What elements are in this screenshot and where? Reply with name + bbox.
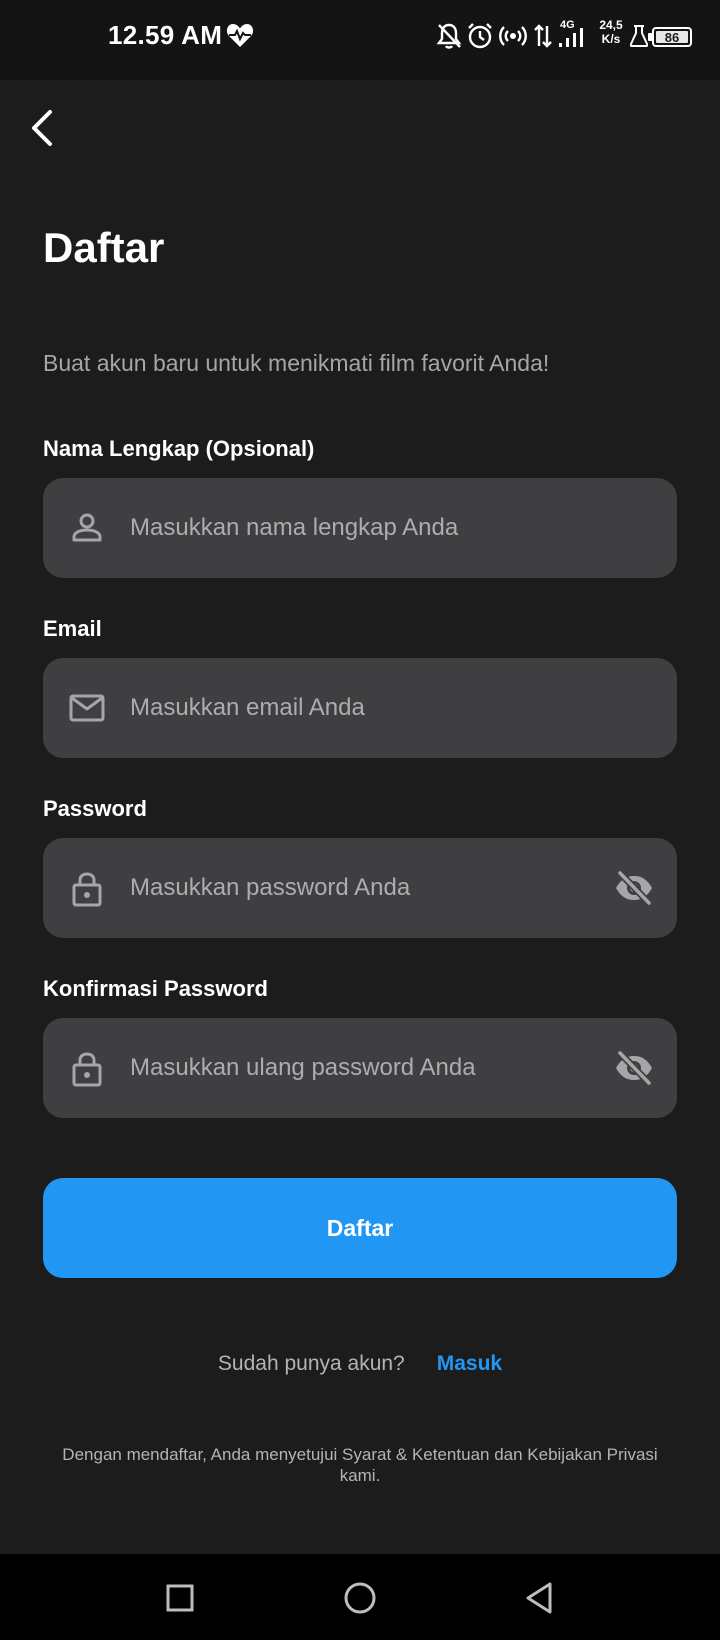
confirm-password-label: Konfirmasi Password — [43, 976, 268, 1001]
name-field[interactable] — [43, 478, 677, 578]
flask-icon — [630, 25, 648, 47]
battery-level: 86 — [656, 30, 688, 45]
password-field[interactable] — [43, 838, 677, 938]
alarm-icon — [468, 23, 492, 49]
hotspot-icon — [499, 26, 527, 46]
bell-off-icon — [436, 23, 462, 49]
login-prompt: Sudah punya akun? — [217, 1352, 405, 1375]
lock-icon — [72, 872, 102, 907]
lock-icon — [72, 1052, 102, 1087]
page-subtitle: Buat akun baru untuk menikmati film favo… — [43, 350, 550, 376]
terms-text: Dengan mendaftar, Anda menyetujui Syarat… — [62, 1445, 658, 1485]
system-nav-bar — [0, 1554, 720, 1640]
eye-off-icon[interactable] — [613, 1048, 655, 1088]
password-label: Password — [43, 796, 147, 821]
mail-icon — [69, 694, 105, 722]
data-transfer-icon — [534, 24, 552, 48]
net-speed: 24,5 K/s — [599, 18, 623, 46]
eye-off-icon[interactable] — [613, 868, 655, 908]
name-input[interactable] — [130, 478, 590, 578]
confirm-password-input[interactable] — [130, 1018, 590, 1118]
password-input[interactable] — [130, 838, 590, 938]
recents-button[interactable] — [160, 1578, 200, 1618]
login-row: Sudah punya akun? Masuk — [0, 1352, 720, 1376]
heart-icon — [226, 24, 254, 47]
battery-icon: 86 — [652, 27, 692, 47]
status-time: 12.59 AM — [108, 20, 223, 50]
email-field[interactable] — [43, 658, 677, 758]
status-bar: 12.59 AM 4G 24,5 K/s 86 — [0, 0, 720, 80]
svg-text:4G: 4G — [560, 19, 575, 31]
email-label: Email — [43, 616, 102, 641]
signal-icon: 4G — [559, 19, 583, 47]
person-icon — [72, 513, 102, 542]
register-button[interactable]: Daftar — [43, 1178, 677, 1278]
back-nav-button[interactable] — [520, 1578, 560, 1618]
back-button[interactable] — [20, 106, 64, 150]
home-button[interactable] — [340, 1578, 380, 1618]
name-label: Nama Lengkap (Opsional) — [43, 436, 315, 461]
confirm-password-field[interactable] — [43, 1018, 677, 1118]
login-link[interactable]: Masuk — [437, 1352, 502, 1376]
page-title: Daftar — [43, 224, 165, 271]
email-input[interactable] — [130, 658, 590, 758]
chevron-left-icon — [32, 110, 52, 146]
